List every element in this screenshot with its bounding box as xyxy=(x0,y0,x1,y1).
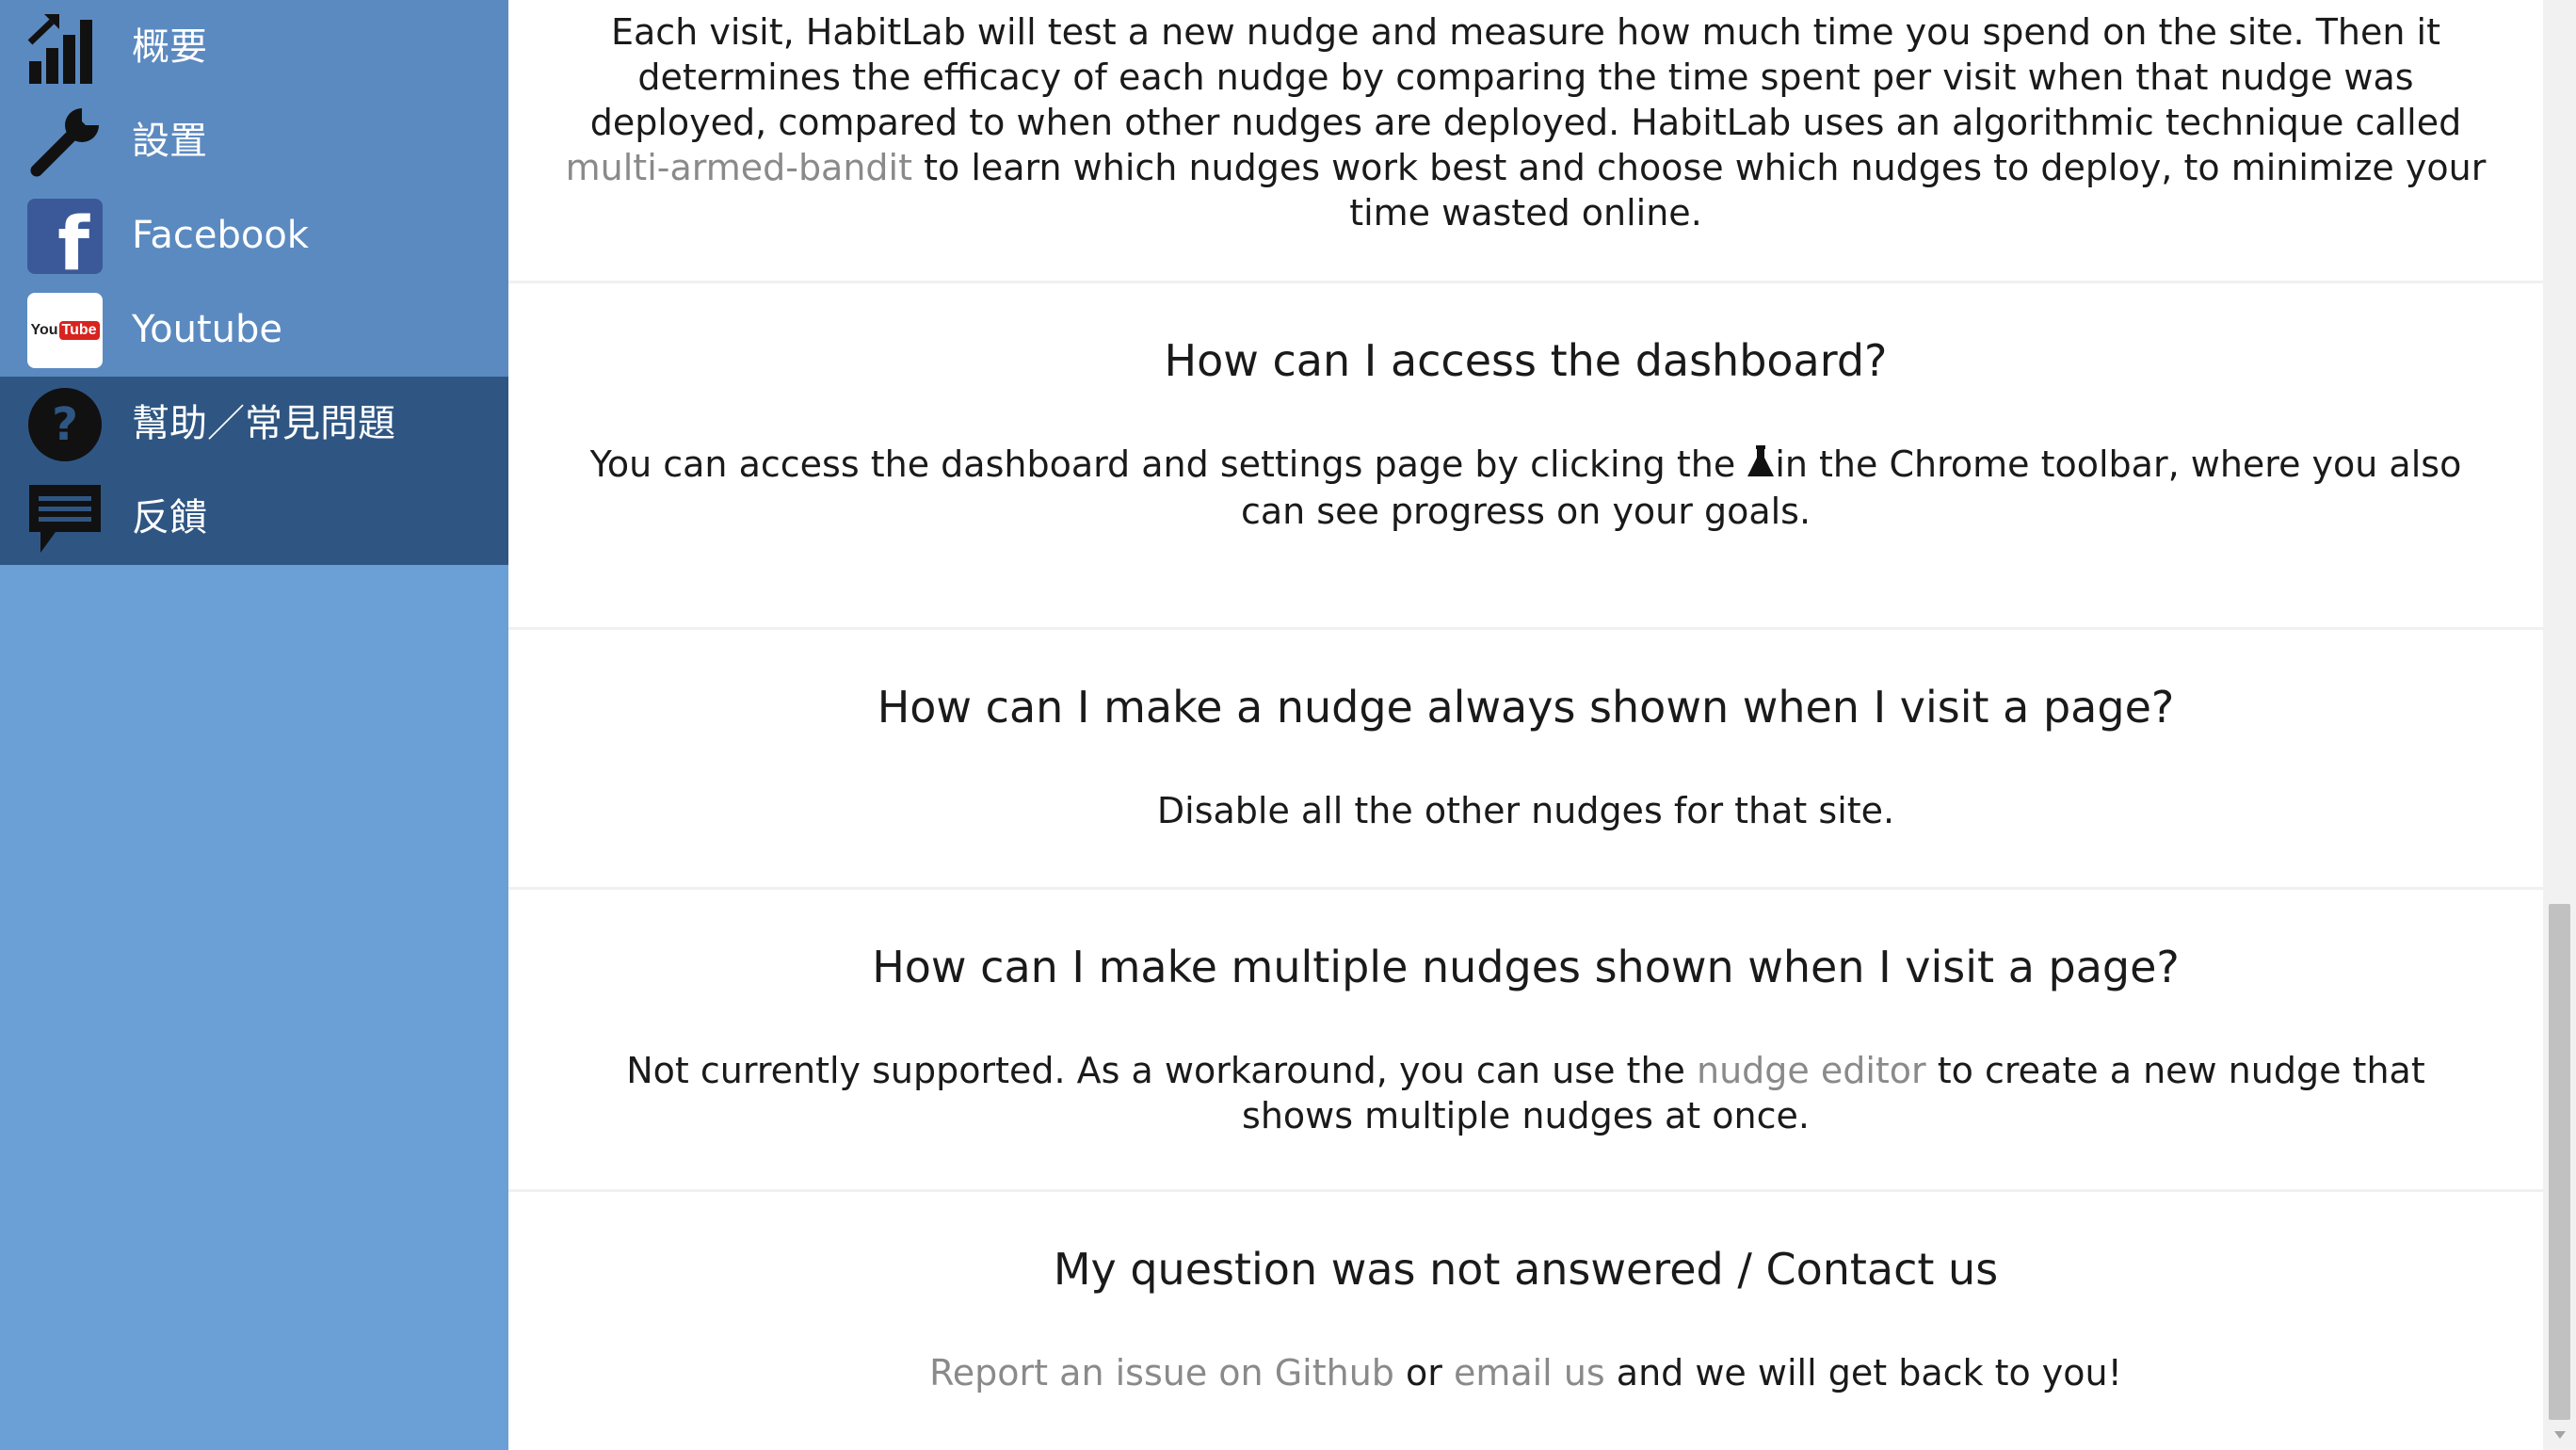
scrollbar-thumb[interactable] xyxy=(2549,904,2570,1420)
sidebar-top-group: 概要 設置 f Facebook You Tube Youtube xyxy=(0,0,508,377)
flask-icon xyxy=(1747,443,1775,489)
faq-question: My question was not answered / Contact u… xyxy=(1053,1244,1999,1295)
faq-answer-text: to learn which nudges work best and choo… xyxy=(912,147,2487,234)
sidebar-item-label: Youtube xyxy=(132,308,282,351)
sidebar-bottom-group: ? 幫助／常見問題 反饋 xyxy=(0,377,508,565)
wrench-icon xyxy=(26,104,104,181)
faq-answer: Disable all the other nudges for that si… xyxy=(1156,790,1895,831)
faq-answer-text: or xyxy=(1393,1352,1454,1394)
sidebar-item-feedback[interactable]: 反饋 xyxy=(0,471,508,565)
facebook-logo-letter: f xyxy=(57,202,89,274)
nudge-editor-link[interactable]: nudge editor xyxy=(1697,1050,1926,1091)
vertical-scrollbar[interactable] xyxy=(2543,0,2576,1450)
faq-answer: Report an issue on Github or email us an… xyxy=(566,1350,2487,1395)
faq-section-how-it-works: Each visit, HabitLab will test a new nud… xyxy=(508,0,2543,283)
faq-question: How can I access the dashboard? xyxy=(1164,335,1888,386)
feedback-icon xyxy=(26,480,104,557)
sidebar-item-settings[interactable]: 設置 xyxy=(0,94,508,188)
faq-question: How can I make a nudge always shown when… xyxy=(877,682,2175,733)
sidebar-item-help[interactable]: ? 幫助／常見問題 xyxy=(0,377,508,471)
youtube-logo-you: You xyxy=(30,322,58,338)
sidebar-item-youtube[interactable]: You Tube Youtube xyxy=(0,282,508,377)
sidebar-item-label: 概要 xyxy=(132,25,207,69)
sidebar-item-label: 反饋 xyxy=(132,496,207,540)
faq-answer-text: Not currently supported. As a workaround… xyxy=(626,1050,1697,1091)
youtube-icon: You Tube xyxy=(26,292,104,369)
sidebar: 概要 設置 f Facebook You Tube Youtube ? 幫助／常… xyxy=(0,0,508,1450)
faq-question: How can I make multiple nudges shown whe… xyxy=(872,942,2180,992)
faq-answer: Each visit, HabitLab will test a new nud… xyxy=(566,0,2487,235)
svg-text:?: ? xyxy=(52,398,78,451)
sidebar-item-overview[interactable]: 概要 xyxy=(0,0,508,94)
sidebar-item-label: Facebook xyxy=(132,214,309,257)
multi-armed-bandit-link[interactable]: multi-armed-bandit xyxy=(566,147,912,188)
faq-content: Each visit, HabitLab will test a new nud… xyxy=(508,0,2543,1450)
youtube-logo-tube: Tube xyxy=(58,321,100,340)
faq-answer: You can access the dashboard and setting… xyxy=(566,442,2487,534)
faq-section-dashboard: How can I access the dashboard? You can … xyxy=(508,283,2543,630)
facebook-icon: f xyxy=(26,198,104,275)
faq-section-contact: My question was not answered / Contact u… xyxy=(508,1192,2543,1450)
github-issue-link[interactable]: Report an issue on Github xyxy=(929,1352,1394,1394)
faq-answer-text: and we will get back to you! xyxy=(1604,1352,2122,1394)
email-us-link[interactable]: email us xyxy=(1454,1352,1605,1394)
app-window: 概要 設置 f Facebook You Tube Youtube ? 幫助／常… xyxy=(0,0,2576,1450)
sidebar-item-facebook[interactable]: f Facebook xyxy=(0,188,508,282)
bar-chart-icon xyxy=(26,9,104,87)
faq-answer-text: Each visit, HabitLab will test a new nud… xyxy=(589,11,2462,143)
faq-section-multiple-nudges: How can I make multiple nudges shown whe… xyxy=(508,890,2543,1192)
faq-section-always-shown: How can I make a nudge always shown when… xyxy=(508,630,2543,890)
faq-answer: Not currently supported. As a workaround… xyxy=(585,1048,2468,1138)
faq-answer-text: You can access the dashboard and setting… xyxy=(589,443,1747,485)
scroll-down-arrow-icon[interactable] xyxy=(2543,1426,2576,1444)
help-icon: ? xyxy=(26,386,104,463)
sidebar-item-label: 設置 xyxy=(132,120,207,163)
sidebar-item-label: 幫助／常見問題 xyxy=(132,402,395,445)
